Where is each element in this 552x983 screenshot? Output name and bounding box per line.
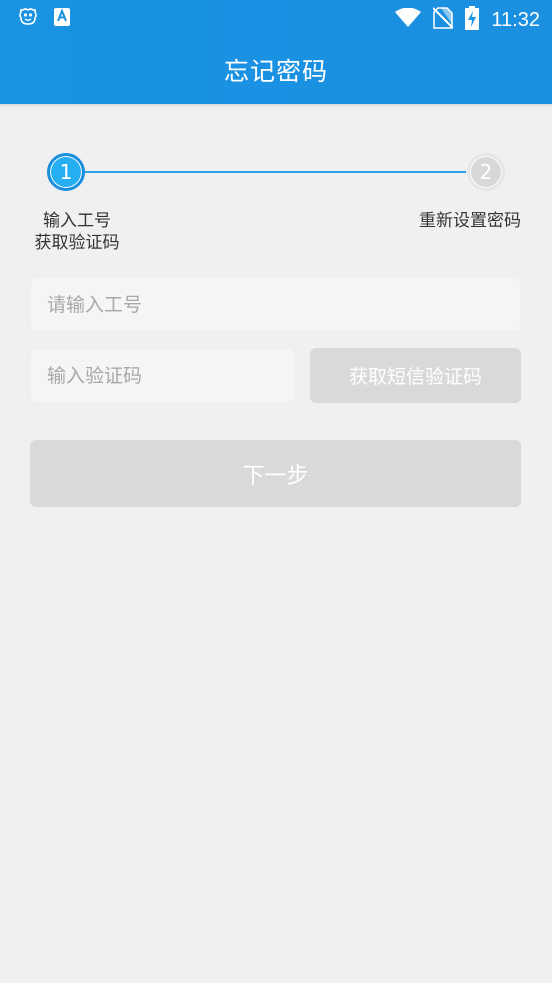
no-sim-icon <box>432 7 455 33</box>
step-1-label-line1: 输入工号 <box>43 211 111 231</box>
step-2-indicator: 2 <box>467 153 505 191</box>
keyboard-a-icon <box>54 8 70 30</box>
stepper-line <box>84 171 466 173</box>
page-title: 忘记密码 <box>223 57 328 86</box>
step-1-number: 1 <box>59 160 73 184</box>
verification-code-field[interactable] <box>30 348 295 403</box>
app-notification-icon <box>18 8 38 30</box>
verification-code-input[interactable] <box>47 364 294 387</box>
battery-charging-icon <box>465 6 480 34</box>
app-header: 11:32 忘记密码 <box>0 0 552 104</box>
wifi-icon <box>395 7 422 32</box>
step-1-label-line2: 获取验证码 <box>34 233 120 253</box>
status-bar: 11:32 <box>0 0 552 38</box>
step-2-label: 重新设置密码 <box>419 211 521 231</box>
get-sms-code-button[interactable]: 获取短信验证码 <box>310 348 521 403</box>
step-1-indicator: 1 <box>47 153 85 191</box>
next-step-button[interactable]: 下一步 <box>30 440 521 507</box>
step-2-number: 2 <box>479 160 493 184</box>
employee-id-input[interactable] <box>47 293 520 316</box>
step-1-label: 输入工号 获取验证码 <box>30 210 124 254</box>
employee-id-field[interactable] <box>30 277 521 332</box>
clock: 11:32 <box>491 8 540 31</box>
